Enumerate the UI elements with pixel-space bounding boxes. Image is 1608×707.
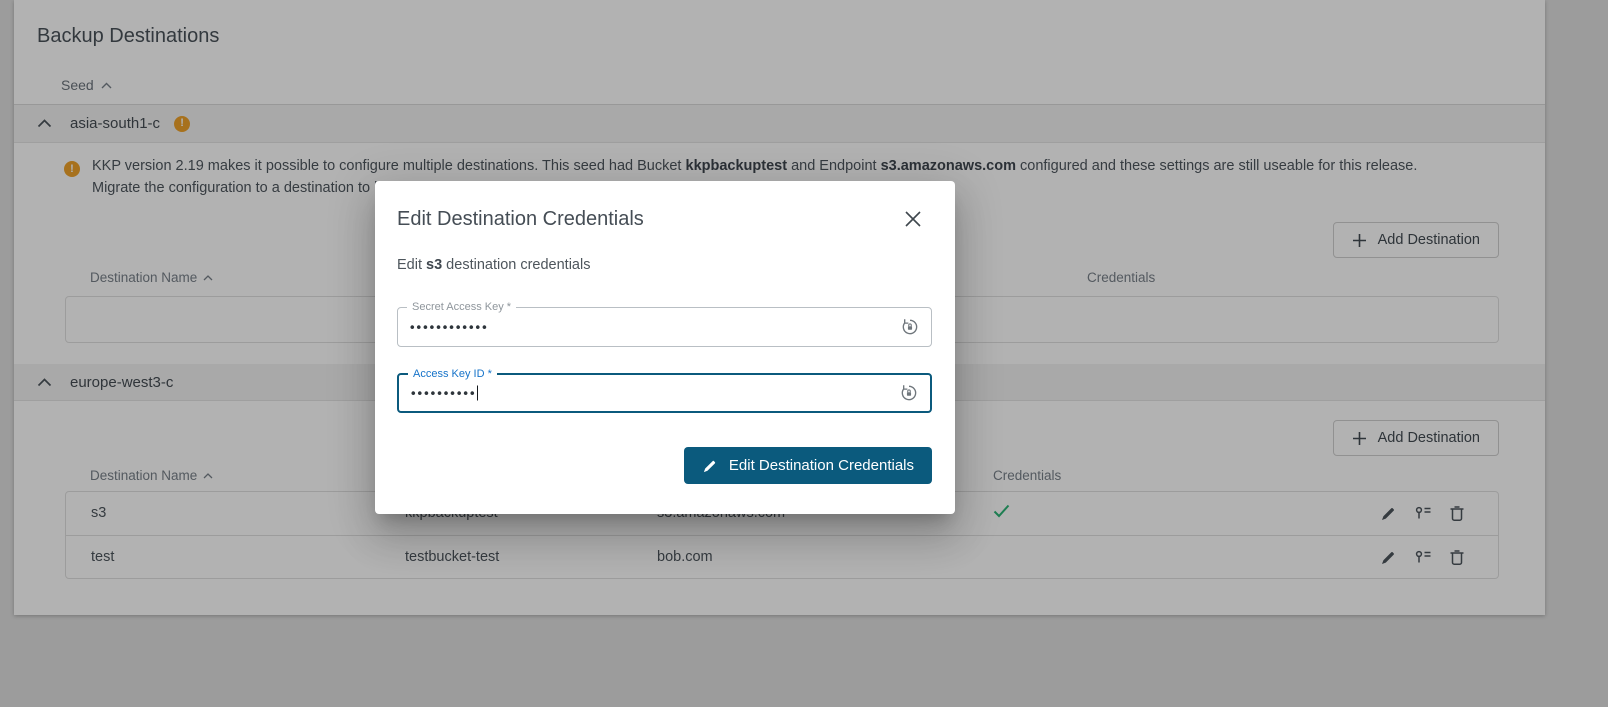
edit-destination-credentials-dialog: Edit Destination Credentials Edit s3 des… <box>375 181 955 514</box>
edit-destination-credentials-button[interactable]: Edit Destination Credentials <box>684 447 932 484</box>
access-key-id-field[interactable]: Access Key ID * •••••••••• <box>397 373 932 413</box>
access-key-id-value: •••••••••• <box>411 386 478 401</box>
submit-button-label: Edit Destination Credentials <box>729 457 914 474</box>
subtitle-part: Edit <box>397 257 426 273</box>
close-icon[interactable] <box>904 210 922 228</box>
secret-access-key-field[interactable]: Secret Access Key * •••••••••••• <box>397 307 932 347</box>
text-cursor <box>477 386 479 401</box>
access-key-id-label: Access Key ID * <box>408 368 497 380</box>
subtitle-part: destination credentials <box>442 257 590 273</box>
pencil-icon <box>702 458 718 474</box>
secret-access-key-label: Secret Access Key * <box>407 301 516 313</box>
reveal-password-icon[interactable] <box>900 384 918 402</box>
dialog-title: Edit Destination Credentials <box>397 208 644 231</box>
reveal-password-icon[interactable] <box>901 318 919 336</box>
dialog-subtitle: Edit s3 destination credentials <box>397 257 590 273</box>
subtitle-destination-name: s3 <box>426 257 442 273</box>
secret-access-key-value: •••••••••••• <box>410 320 489 335</box>
masked-value: •••••••••• <box>411 386 477 401</box>
